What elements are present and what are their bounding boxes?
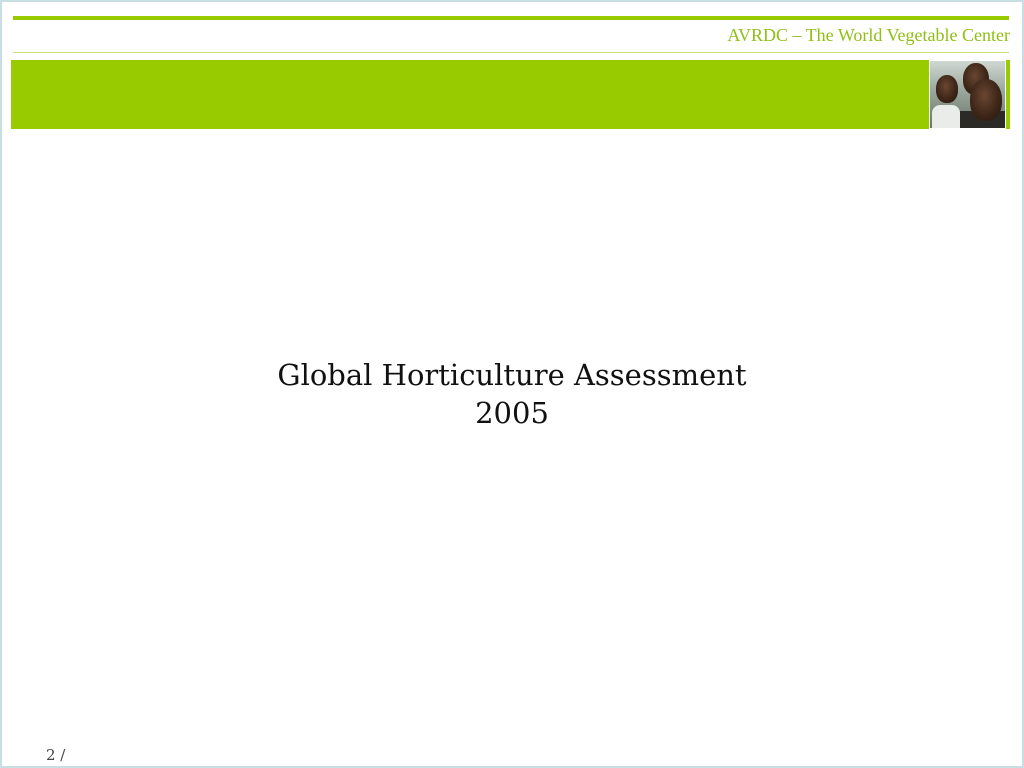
organization-name: AVRDC – The World Vegetable Center [727, 25, 1010, 45]
slide-title-line2: 2005 [475, 396, 549, 430]
photo-face-left [936, 75, 958, 103]
children-photo [929, 60, 1006, 129]
photo-shirt [932, 105, 960, 128]
page-number: 2 / [46, 746, 66, 764]
slide-title-line1: Global Horticulture Assessment [277, 358, 747, 392]
slide: AVRDC – The World Vegetable Center Globa… [0, 0, 1024, 768]
photo-face-front [970, 79, 1002, 121]
slide-title: Global Horticulture Assessment 2005 [2, 356, 1022, 432]
header-band [11, 60, 1010, 129]
top-accent-rule [13, 16, 1009, 20]
header-divider [13, 52, 1009, 53]
